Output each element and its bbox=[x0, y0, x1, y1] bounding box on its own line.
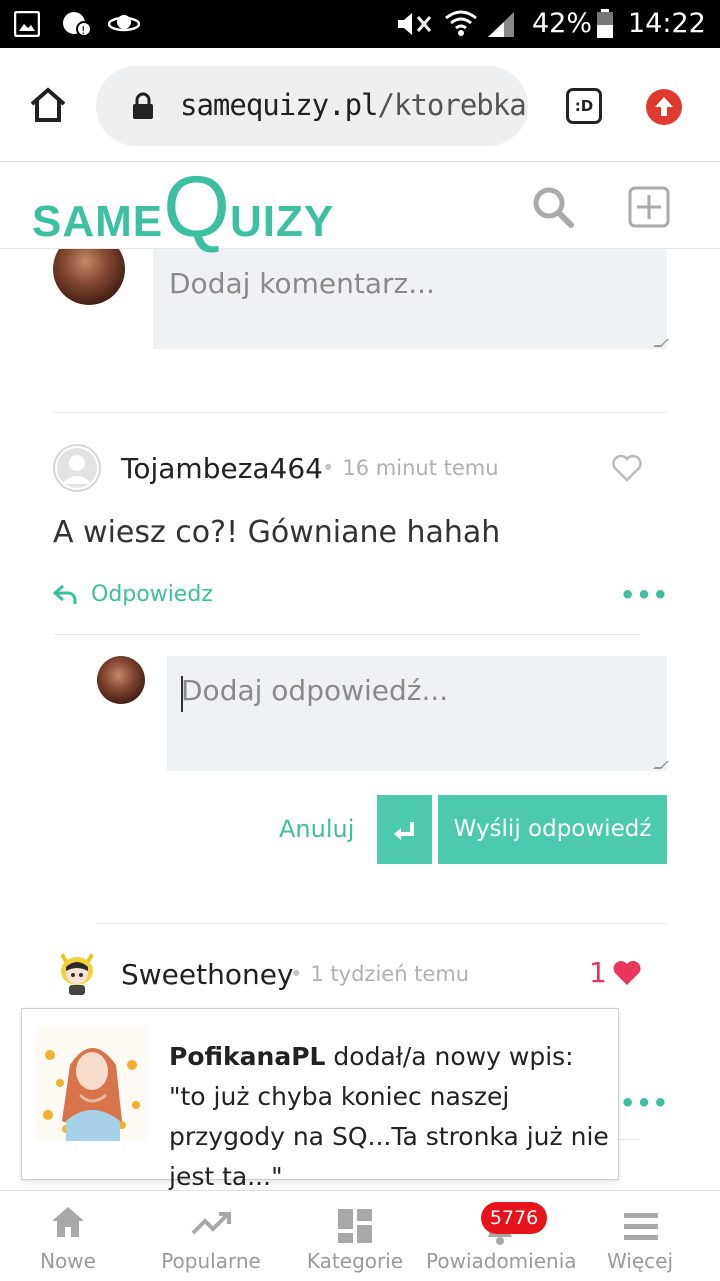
cancel-button[interactable]: Anuluj bbox=[279, 815, 354, 843]
wifi-icon bbox=[444, 8, 478, 44]
current-user-avatar bbox=[53, 249, 125, 305]
comment-timestamp: • 1 tydzień temu bbox=[290, 962, 470, 986]
nav-label: Kategorie bbox=[306, 1249, 404, 1273]
reply-user-avatar bbox=[97, 656, 145, 704]
toast-message: PofikanaPL dodał/a nowy wpis: "to już ch… bbox=[169, 1037, 609, 1197]
nav-item-popularne[interactable]: Popularne bbox=[151, 1191, 271, 1281]
planet-notification-icon bbox=[107, 12, 141, 40]
url-text: samequizy.pl/ktorebka- bbox=[180, 88, 528, 122]
url-path: /ktorebka- bbox=[377, 88, 528, 122]
search-icon[interactable] bbox=[532, 186, 574, 232]
divider bbox=[53, 634, 640, 635]
battery-percent: 42% bbox=[532, 8, 593, 39]
more-options-icon[interactable]: ••• bbox=[620, 581, 669, 609]
divider bbox=[97, 923, 667, 924]
clock: 14:22 bbox=[628, 8, 706, 39]
comment-timestamp: • 16 minut temu bbox=[322, 456, 499, 480]
svg-text:!: ! bbox=[81, 24, 85, 37]
nav-label: Popularne bbox=[161, 1249, 261, 1273]
mute-icon bbox=[394, 10, 434, 42]
battery-icon bbox=[596, 9, 614, 43]
add-quiz-icon[interactable] bbox=[628, 186, 670, 232]
address-bar[interactable]: samequizy.pl/ktorebka- bbox=[96, 66, 528, 146]
comment-username[interactable]: Sweethoney bbox=[121, 958, 294, 991]
logo-same: SAME bbox=[32, 197, 164, 246]
nav-label: Nowe bbox=[40, 1249, 96, 1273]
divider bbox=[53, 412, 667, 413]
comment-username[interactable]: Tojambeza464 bbox=[121, 452, 323, 485]
nav-label: Powiadomienia bbox=[426, 1249, 577, 1273]
toast-username[interactable]: PofikanaPL bbox=[169, 1042, 325, 1071]
default-avatar bbox=[53, 444, 101, 492]
home-icon bbox=[50, 1205, 86, 1243]
menu-icon bbox=[624, 1213, 658, 1245]
nav-label: Więcej bbox=[606, 1249, 674, 1273]
send-reply-button[interactable]: Wyślij odpowiedź bbox=[438, 795, 667, 864]
logo-q: Q bbox=[163, 159, 231, 255]
sweethoney-avatar bbox=[53, 949, 101, 997]
comment-textarea[interactable]: Dodaj komentarz... bbox=[153, 249, 669, 349]
enter-key-button[interactable] bbox=[377, 795, 432, 864]
tab-switcher-button[interactable]: :D bbox=[566, 88, 602, 124]
resize-handle[interactable] bbox=[653, 761, 669, 769]
grid-icon bbox=[338, 1209, 372, 1247]
site-header: SAMEQUIZY bbox=[0, 163, 720, 250]
notification-count-badge: 5776 bbox=[481, 1202, 547, 1234]
reply-placeholder: Dodaj odpowiedź... bbox=[181, 674, 449, 707]
heart-outline-icon[interactable] bbox=[612, 454, 642, 486]
reply-arrow-icon bbox=[52, 584, 77, 610]
comment-time: 16 minut temu bbox=[342, 456, 499, 480]
browser-toolbar: samequizy.pl/ktorebka- :D bbox=[0, 48, 720, 162]
heart-filled-icon[interactable] bbox=[612, 959, 642, 991]
toast-avatar bbox=[36, 1025, 148, 1141]
bottom-navigation: Nowe Popularne Kategorie Powiadomienia W… bbox=[0, 1190, 720, 1280]
signal-icon bbox=[486, 10, 516, 42]
nav-item-wiecej[interactable]: Więcej bbox=[600, 1191, 680, 1281]
samequizy-logo[interactable]: SAMEQUIZY bbox=[32, 164, 335, 250]
lock-icon bbox=[132, 92, 154, 124]
comment-text: A wiesz co?! Gówniane hahah bbox=[53, 515, 501, 550]
url-domain: samequizy.pl bbox=[180, 88, 379, 122]
comment-time: 1 tydzień temu bbox=[310, 962, 470, 986]
status-bar: ! 42% 14:22 bbox=[0, 0, 720, 48]
more-options-icon[interactable]: ••• bbox=[620, 1089, 669, 1117]
comment-placeholder: Dodaj komentarz... bbox=[169, 267, 435, 300]
logo-uizy: UIZY bbox=[230, 197, 335, 246]
resize-handle[interactable] bbox=[653, 339, 669, 347]
home-icon[interactable] bbox=[28, 86, 68, 128]
like-count: 1 bbox=[589, 956, 607, 989]
text-cursor bbox=[181, 676, 183, 712]
gallery-notification-icon bbox=[13, 10, 41, 41]
nav-item-kategorie[interactable]: Kategorie bbox=[300, 1191, 410, 1281]
nav-item-nowe[interactable]: Nowe bbox=[18, 1191, 118, 1281]
trending-icon bbox=[191, 1211, 231, 1241]
upload-icon[interactable] bbox=[645, 88, 683, 130]
shield-notification-icon: ! bbox=[62, 11, 92, 41]
reply-textarea[interactable]: Dodaj odpowiedź... bbox=[167, 656, 669, 771]
notification-toast[interactable]: PofikanaPL dodał/a nowy wpis: "to już ch… bbox=[21, 1008, 619, 1191]
reply-label: Odpowiedz bbox=[91, 582, 213, 607]
